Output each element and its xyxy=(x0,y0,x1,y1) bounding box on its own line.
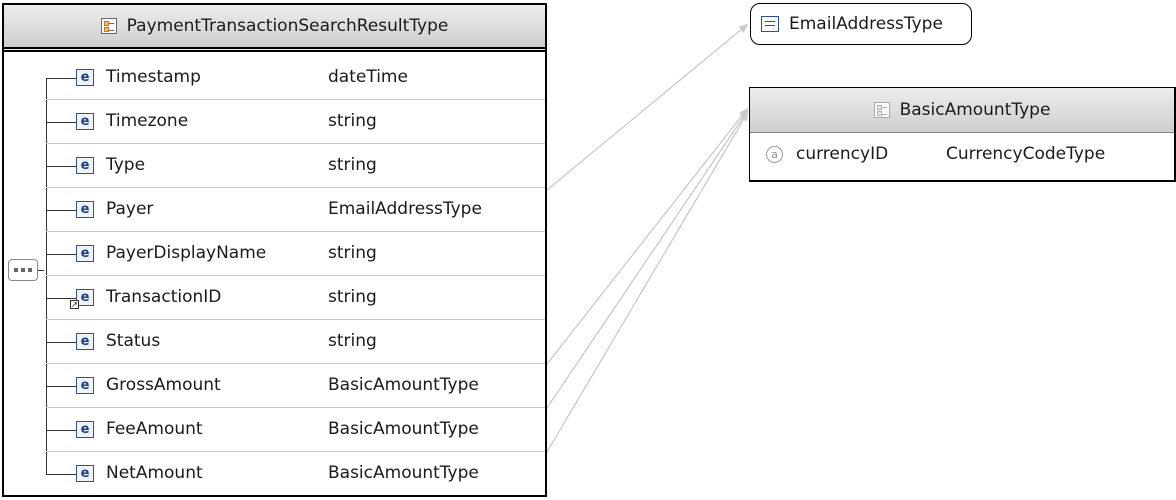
element-row-status[interactable]: e Status string xyxy=(46,321,545,364)
element-row-fee-amount[interactable]: e FeeAmount BasicAmountType xyxy=(46,409,545,452)
sequence-compositor-icon[interactable] xyxy=(8,259,38,281)
amount-type-title: BasicAmountType xyxy=(899,100,1051,120)
reference-arrow-icon: ↗ xyxy=(70,300,79,309)
element-row-timezone[interactable]: e Timezone string xyxy=(46,101,545,144)
element-row-transaction-id[interactable]: e ↗ TransactionID string xyxy=(46,277,545,320)
element-row-gross-amount[interactable]: e GrossAmount BasicAmountType xyxy=(46,365,545,408)
email-address-type-box[interactable]: EmailAddressType xyxy=(750,3,972,45)
element-row-net-amount[interactable]: e NetAmount BasicAmountType xyxy=(46,453,545,496)
element-row-payer[interactable]: e Payer EmailAddressType xyxy=(46,189,545,232)
element-icon: e xyxy=(76,201,94,218)
email-type-title: EmailAddressType xyxy=(789,14,943,34)
element-type: string xyxy=(328,287,377,307)
element-type: string xyxy=(328,155,377,175)
type-title: PaymentTransactionSearchResultType xyxy=(126,16,449,36)
element-icon: e xyxy=(76,377,94,394)
element-type: dateTime xyxy=(328,67,408,87)
element-name: Timestamp xyxy=(106,67,201,87)
basic-amount-type-box[interactable]: BasicAmountType a currencyID CurrencyCod… xyxy=(749,87,1176,182)
element-type: string xyxy=(328,243,377,263)
payment-transaction-search-result-type-box: PaymentTransactionSearchResultType e Tim… xyxy=(2,3,547,497)
element-name: FeeAmount xyxy=(106,419,203,439)
attribute-row-currency-id[interactable]: a currencyID CurrencyCodeType xyxy=(766,143,1174,169)
element-icon: e xyxy=(76,245,94,262)
element-icon: e xyxy=(76,421,94,438)
element-name: PayerDisplayName xyxy=(106,243,267,263)
attribute-type: CurrencyCodeType xyxy=(946,144,1106,164)
link-payer-to-email xyxy=(534,23,749,206)
complex-type-icon xyxy=(873,102,890,118)
link-gross-to-amount xyxy=(532,107,749,381)
element-name: GrossAmount xyxy=(106,375,221,395)
element-type: string xyxy=(328,331,377,351)
link-net-to-amount xyxy=(532,111,749,469)
element-icon: e xyxy=(76,465,94,482)
element-row-timestamp[interactable]: e Timestamp dateTime xyxy=(46,57,545,100)
element-name: NetAmount xyxy=(106,463,203,483)
element-type: BasicAmountType xyxy=(328,419,479,439)
element-row-payer-display-name[interactable]: e PayerDisplayName string xyxy=(46,233,545,276)
element-name: Payer xyxy=(106,199,154,219)
sequence-stub xyxy=(38,270,44,271)
element-icon: e xyxy=(76,333,94,350)
element-icon: e xyxy=(76,157,94,174)
element-type: EmailAddressType xyxy=(328,199,482,219)
element-name: Status xyxy=(106,331,161,351)
amount-type-header: BasicAmountType xyxy=(750,88,1174,133)
link-fee-to-amount xyxy=(532,109,749,425)
type-header: PaymentTransactionSearchResultType xyxy=(4,5,545,52)
element-type: BasicAmountType xyxy=(328,463,479,483)
element-list: e Timestamp dateTime e Timezone string e… xyxy=(4,57,545,495)
simple-type-icon xyxy=(761,16,779,32)
attribute-name: currencyID xyxy=(796,144,889,164)
element-icon: e xyxy=(76,113,94,130)
attribute-icon: a xyxy=(766,146,783,163)
complex-type-icon xyxy=(100,18,117,34)
element-name: TransactionID xyxy=(106,287,222,307)
element-name: Type xyxy=(106,155,146,175)
element-type: BasicAmountType xyxy=(328,375,479,395)
element-icon: e xyxy=(76,69,94,86)
element-name: Timezone xyxy=(106,111,189,131)
element-row-type[interactable]: e Type string xyxy=(46,145,545,188)
element-type: string xyxy=(328,111,377,131)
